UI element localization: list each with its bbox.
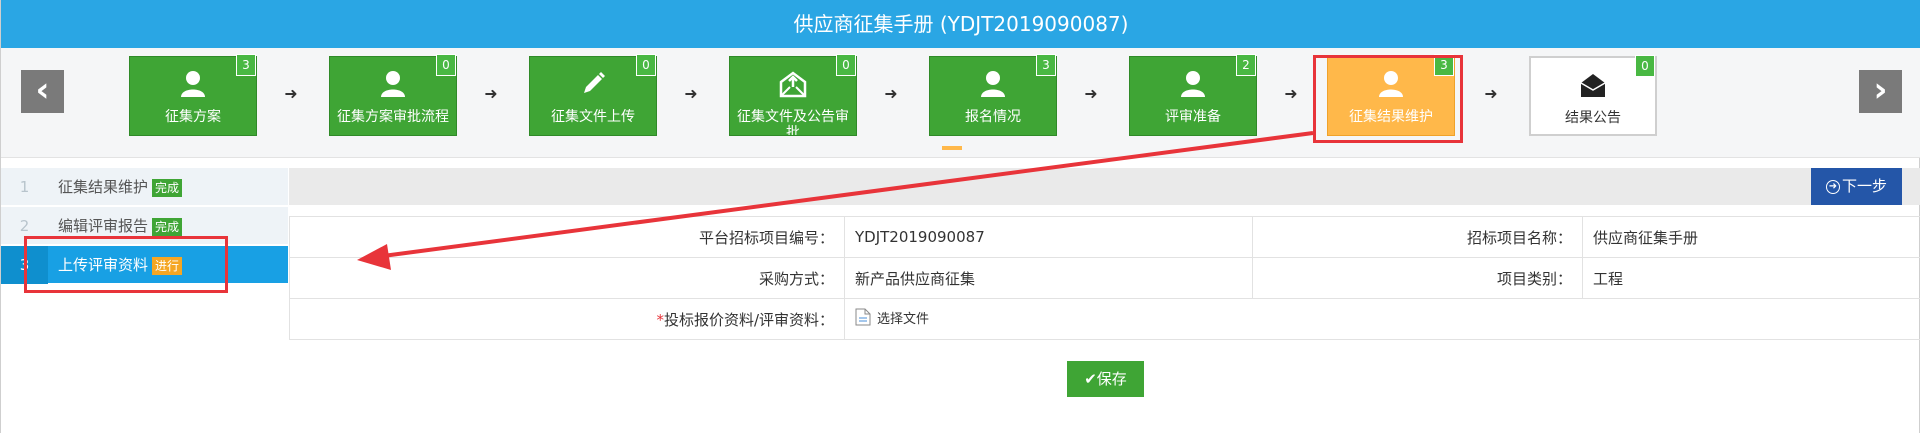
arrow-right-icon: ➜ xyxy=(284,84,298,103)
step-label: 评审准备 xyxy=(1165,109,1221,125)
save-button[interactable]: ✔保存 xyxy=(1067,361,1144,397)
step-label: 报名情况 xyxy=(965,109,1021,125)
form-row: 采购方式： 新产品供应商征集 项目类别： 工程 xyxy=(289,257,1920,299)
arrow-right-icon: ➜ xyxy=(484,84,498,103)
project-info-form: 平台招标项目编号： YDJT2019090087 招标项目名称： 供应商征集手册… xyxy=(289,216,1920,340)
step-wenjian-gonggao-shenpi[interactable]: 0 征集文件及公告审批 xyxy=(729,54,857,136)
step-fangan-shenpi[interactable]: 0 征集方案审批流程 xyxy=(329,54,457,136)
arrow-right-icon: ➜ xyxy=(1484,84,1498,103)
user-icon xyxy=(130,69,256,99)
project-category-value: 工程 xyxy=(1582,257,1920,299)
review-materials-label: *投标报价资料/评审资料： xyxy=(289,298,845,340)
project-number-label: 平台招标项目编号： xyxy=(289,216,845,258)
file-icon xyxy=(855,308,871,326)
prev-steps-button[interactable]: ‹ xyxy=(21,70,64,113)
required-mark: * xyxy=(656,310,664,329)
sidebar-item-jieguo-weihu[interactable]: 1 征集结果维护 完成 xyxy=(1,168,288,206)
arrow-circle-right-icon: ➜ xyxy=(1825,179,1840,194)
step-jieguo-gonggao[interactable]: 0 结果公告 xyxy=(1529,55,1657,136)
status-badge: 完成 xyxy=(152,178,183,197)
sidebar-item-label: 编辑评审报告 xyxy=(58,217,149,235)
arrow-right-icon: ➜ xyxy=(884,84,898,103)
project-number-value: YDJT2019090087 xyxy=(844,216,1253,258)
envelope-icon xyxy=(1531,70,1655,100)
procurement-method-label: 采购方式： xyxy=(289,257,845,299)
user-icon xyxy=(930,69,1056,99)
page: 供应商征集手册 (YDJT2019090087) ‹ 3 征集方案 ➜ 0 征集… xyxy=(0,0,1920,433)
arrow-right-icon: ➜ xyxy=(1284,84,1298,103)
check-icon: ✔ xyxy=(1084,370,1097,388)
form-row: *投标报价资料/评审资料： 选择文件 xyxy=(289,298,1920,340)
review-materials-label-text: 投标报价资料/评审资料： xyxy=(663,310,834,329)
window-title: 供应商征集手册 (YDJT2019090087) xyxy=(1,0,1920,48)
highlight-box-active-step xyxy=(1313,55,1463,143)
step-baoming-qingkuang[interactable]: 3 报名情况 xyxy=(929,54,1057,136)
step-label: 征集方案 xyxy=(165,109,221,125)
sidebar: 1 征集结果维护 完成 2 编辑评审报告 完成 3 上传评审资料 进行 xyxy=(1,168,288,433)
arrow-right-icon: ➜ xyxy=(1084,84,1098,103)
choose-file-button[interactable]: 选择文件 xyxy=(855,308,929,327)
step-label: 征集方案审批流程 xyxy=(337,109,449,125)
project-name-label: 招标项目名称： xyxy=(1252,216,1583,258)
next-steps-button[interactable]: › xyxy=(1859,70,1902,113)
step-label: 征集文件及公告审批 xyxy=(737,109,849,135)
pencil-icon xyxy=(530,69,656,99)
user-icon xyxy=(330,69,456,99)
project-name-value: 供应商征集手册 xyxy=(1582,216,1920,258)
step-zhengji-fangan[interactable]: 3 征集方案 xyxy=(129,54,257,136)
highlight-box-sidebar-item xyxy=(24,236,228,293)
sidebar-item-text: 征集结果维护 完成 xyxy=(58,168,183,206)
choose-file-label: 选择文件 xyxy=(877,311,930,327)
step-label: 结果公告 xyxy=(1565,110,1621,126)
form-row: 平台招标项目编号： YDJT2019090087 招标项目名称： 供应商征集手册 xyxy=(289,216,1920,258)
envelope-upload-icon xyxy=(730,69,856,99)
arrow-right-icon: ➜ xyxy=(684,84,698,103)
sidebar-item-number: 1 xyxy=(19,178,30,196)
steps-bar: ‹ 3 征集方案 ➜ 0 征集方案审批流程 ➜ 0 征集文件上传 ➜ 0 征集文… xyxy=(1,48,1920,158)
project-category-label: 项目类别： xyxy=(1252,257,1583,299)
status-badge: 完成 xyxy=(152,217,183,236)
active-step-marker xyxy=(942,146,962,150)
procurement-method-value: 新产品供应商征集 xyxy=(844,257,1253,299)
content-toolbar xyxy=(289,168,1920,205)
step-label: 征集文件上传 xyxy=(551,109,635,125)
sidebar-item-label: 征集结果维护 xyxy=(58,178,149,196)
step-wenjian-shangchuan[interactable]: 0 征集文件上传 xyxy=(529,54,657,136)
save-label: 保存 xyxy=(1096,370,1127,388)
next-step-label: 下一步 xyxy=(1841,177,1887,195)
user-icon xyxy=(1130,69,1256,99)
next-step-button[interactable]: ➜ 下一步 xyxy=(1811,168,1902,205)
review-materials-cell: 选择文件 xyxy=(844,298,1920,340)
step-pingshen-zhunbei[interactable]: 2 评审准备 xyxy=(1129,54,1257,136)
